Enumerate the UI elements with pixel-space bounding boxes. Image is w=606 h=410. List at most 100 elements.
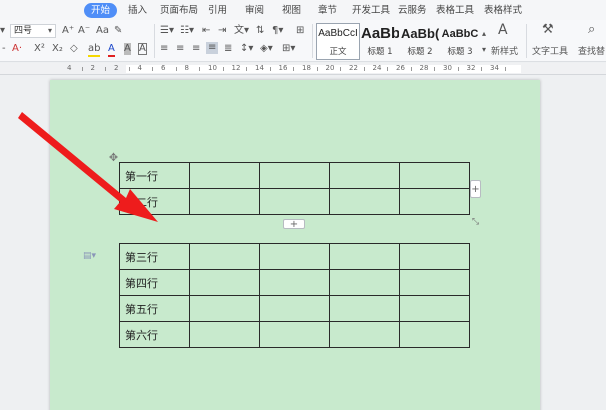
subscript-icon[interactable]: X₂ (52, 43, 63, 55)
bullet-list-icon[interactable]: ☰▾ (160, 25, 174, 37)
table-cell-label[interactable]: 第三行 (119, 243, 190, 270)
table-cell[interactable] (189, 162, 260, 189)
change-case-icon[interactable]: Aa (96, 25, 109, 37)
align-center-icon[interactable]: ≡ (176, 43, 184, 55)
table-cell[interactable] (259, 321, 330, 348)
strikethrough-dropdown-icon[interactable]: - (2, 43, 6, 55)
style-heading-2-sample: AaBb( (401, 26, 439, 41)
borders-icon[interactable]: ⊞▾ (282, 43, 295, 55)
table-cell[interactable] (259, 188, 330, 215)
table-cell[interactable] (259, 269, 330, 296)
table-cell[interactable] (189, 243, 260, 270)
styles-scroll-down-icon[interactable]: ▾ (482, 44, 486, 56)
font-color-icon[interactable]: A (108, 43, 115, 57)
grow-font-icon[interactable]: A⁺ (62, 25, 74, 37)
table-resize-handle-icon[interactable]: ⤡ (470, 217, 481, 228)
tab-view[interactable]: 视图 (282, 3, 301, 18)
ruler-tick (340, 67, 342, 71)
table-move-handle-icon[interactable]: ✥ (108, 152, 119, 163)
decrease-indent-icon[interactable]: ⇤ (202, 25, 210, 37)
highlight-icon[interactable]: ab (88, 43, 101, 57)
chinese-layout-icon[interactable]: 文▾ (234, 25, 249, 37)
horizontal-ruler[interactable]: 4 2 2 4 6 8 10 12 14 16 18 20 22 24 26 28 30 32 34 (0, 63, 606, 75)
table-cell[interactable] (189, 269, 260, 296)
table-cell-label[interactable]: 第五行 (119, 295, 190, 322)
tab-table-style[interactable]: 表格样式 (484, 3, 522, 18)
tab-home[interactable]: 开始 (84, 3, 118, 18)
table-cell[interactable] (329, 243, 400, 270)
table-cell[interactable] (189, 188, 260, 215)
distributed-align-icon[interactable]: ≣ (224, 43, 232, 55)
tab-review[interactable]: 审阅 (245, 3, 264, 18)
table-icon[interactable]: ⊞ (296, 25, 304, 37)
search-icon[interactable]: ⌕ (588, 23, 595, 36)
text-tools-button[interactable]: 文字工具 (532, 44, 568, 57)
table-cell-label[interactable]: 第四行 (119, 269, 190, 296)
add-row-button[interactable]: + (283, 219, 305, 230)
align-justify-icon[interactable]: ≡ (206, 42, 219, 54)
numbered-list-icon[interactable]: ☷▾ (180, 25, 194, 37)
document-page[interactable]: ✥ 第一行 第二行 + + ⤡ ▤▾ 第三行 第四行 第五行 第六行 (50, 80, 540, 410)
font-effects-icon[interactable]: A· (12, 43, 22, 55)
table-cell[interactable] (399, 188, 470, 215)
tab-insert[interactable]: 插入 (128, 3, 147, 18)
ruler-number: 6 (161, 64, 166, 72)
table-cell[interactable] (399, 243, 470, 270)
shading-icon[interactable]: ◈▾ (260, 43, 273, 55)
table-cell[interactable] (259, 162, 330, 189)
new-style-button[interactable]: 新样式 (491, 44, 518, 57)
table-cell-label[interactable]: 第一行 (119, 162, 190, 189)
char-border-icon[interactable]: A (138, 43, 147, 55)
char-shading-icon[interactable]: A (124, 43, 131, 55)
tab-table-tools[interactable]: 表格工具 (436, 3, 474, 18)
tab-chapter[interactable]: 章节 (318, 3, 337, 18)
shrink-font-icon[interactable]: A⁻ (78, 25, 90, 37)
font-size-chevron-down-icon[interactable]: ▾ (48, 25, 52, 37)
table-cell-label[interactable]: 第二行 (119, 188, 190, 215)
clear-format-icon[interactable]: ✎ (114, 25, 122, 37)
style-heading-2[interactable]: AaBb( 标题 2 (400, 23, 440, 60)
text-effect-icon[interactable]: ◇ (70, 43, 78, 55)
style-normal[interactable]: AaBbCcI 正文 (316, 23, 360, 60)
wrench-icon[interactable]: ⚒ (542, 23, 554, 36)
table-cell[interactable] (329, 188, 400, 215)
line-spacing-icon[interactable]: ↕▾ (240, 43, 253, 55)
table-cell[interactable] (399, 162, 470, 189)
add-column-button[interactable]: + (470, 180, 481, 198)
show-marks-icon[interactable]: ¶▾ (272, 25, 283, 37)
ruler-number: 24 (372, 64, 382, 72)
table-cell[interactable] (399, 269, 470, 296)
styles-scroll-up-icon[interactable]: ▴ (482, 28, 486, 40)
table-cell[interactable] (329, 269, 400, 296)
ruler-tick (363, 67, 365, 71)
table-cell[interactable] (259, 295, 330, 322)
style-heading-1[interactable]: AaBb 标题 1 (360, 23, 400, 60)
table-cell[interactable] (399, 295, 470, 322)
align-left-icon[interactable]: ≡ (160, 43, 168, 55)
font-name-dropdown-arrow-icon[interactable]: ▾ (0, 25, 5, 37)
tab-developer[interactable]: 开发工具 (352, 3, 390, 18)
superscript-icon[interactable]: X² (34, 43, 45, 55)
table-cell[interactable] (329, 321, 400, 348)
table-cell[interactable] (329, 162, 400, 189)
table-cell[interactable] (329, 295, 400, 322)
table-cell-label[interactable]: 第六行 (119, 321, 190, 348)
ruler-number: 30 (443, 64, 452, 72)
table-cell[interactable] (399, 321, 470, 348)
tab-references[interactable]: 引用 (208, 3, 227, 18)
paragraph-settings-icon[interactable]: ▤▾ (83, 251, 96, 261)
new-style-icon[interactable]: A (498, 23, 508, 37)
sort-icon[interactable]: ⇅ (256, 25, 264, 37)
table-cell[interactable] (189, 295, 260, 322)
align-right-icon[interactable]: ≡ (192, 43, 200, 55)
tab-cloud[interactable]: 云服务 (398, 3, 427, 18)
ruler-tick (410, 67, 412, 71)
ribbon-separator (526, 24, 527, 58)
ruler-number: 16 (278, 64, 288, 72)
style-heading-3[interactable]: AaBbC 标题 3 (440, 23, 480, 60)
increase-indent-icon[interactable]: ⇥ (218, 25, 226, 37)
tab-page-layout[interactable]: 页面布局 (160, 3, 198, 18)
find-replace-button[interactable]: 查找替 (578, 44, 605, 57)
table-cell[interactable] (259, 243, 330, 270)
table-cell[interactable] (189, 321, 260, 348)
